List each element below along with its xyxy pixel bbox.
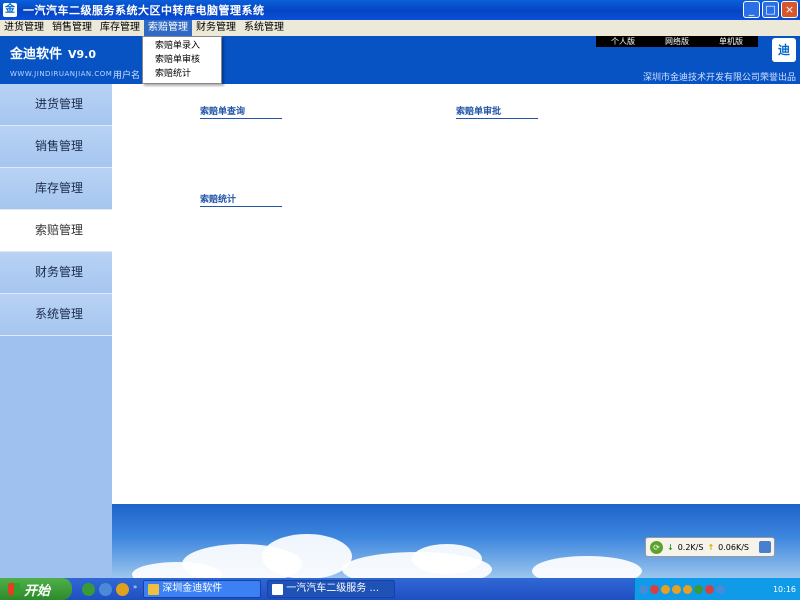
cloud bbox=[412, 544, 482, 574]
claims-dropdown-menu: 索赔单录入 索赔单审核 索赔统计 bbox=[142, 36, 222, 84]
app-header: 金迪软件 V9.0 WWW.JINDIRUANJIAN.COM 用户名 个人版 网… bbox=[0, 36, 800, 84]
upload-speed: 0.06K/S bbox=[718, 542, 749, 552]
app-icon: 金 bbox=[3, 3, 17, 17]
cloud bbox=[262, 534, 352, 578]
menu-system[interactable]: 系统管理 bbox=[240, 20, 288, 36]
menu-inventory[interactable]: 库存管理 bbox=[96, 20, 144, 36]
window-title: 一汽汽车二级服务系统大区中转库电脑管理系统 bbox=[23, 4, 265, 17]
sidebar: 进货管理 销售管理 库存管理 索赔管理 财务管理 系统管理 bbox=[0, 84, 112, 578]
link-claim-query[interactable]: 索赔单查询 bbox=[200, 104, 282, 119]
edition-network-button[interactable]: 网络版 bbox=[665, 36, 689, 47]
download-speed: 0.2K/S bbox=[677, 542, 704, 552]
edition-buttons: 个人版 网络版 单机版 bbox=[596, 36, 758, 47]
dropdown-item-claim-stats[interactable]: 索赔统计 bbox=[143, 67, 221, 81]
clock[interactable]: 10:16 bbox=[773, 585, 796, 594]
system-tray: 10:16 bbox=[634, 578, 800, 600]
refresh-icon[interactable]: ⟳ bbox=[650, 540, 663, 554]
window-controls: _ □ × bbox=[743, 1, 798, 18]
tray-volume-icon[interactable] bbox=[716, 584, 725, 594]
tray-shield-icon[interactable] bbox=[694, 584, 703, 594]
tray-qq-icon[interactable] bbox=[683, 584, 692, 594]
sidebar-item-inventory[interactable]: 库存管理 bbox=[0, 168, 112, 210]
minimize-button[interactable]: _ bbox=[743, 1, 760, 18]
maximize-button[interactable]: □ bbox=[762, 1, 779, 18]
taskbar-item-folder[interactable]: 深圳金迪软件 bbox=[143, 580, 262, 598]
tray-qq-icon[interactable] bbox=[650, 584, 659, 594]
company-credit: 深圳市金迪技术开发有限公司荣誉出品 bbox=[642, 73, 796, 83]
quicklaunch-media-icon[interactable] bbox=[116, 582, 129, 596]
dropdown-item-claim-review[interactable]: 索赔单审核 bbox=[143, 53, 221, 67]
upload-arrow-icon: ↑ bbox=[707, 542, 715, 552]
menu-claims[interactable]: 索赔管理 bbox=[144, 20, 192, 36]
network-monitor-widget: ⟳ ↓ 0.2K/S ↑ 0.06K/S bbox=[645, 537, 775, 557]
main-panel: 索赔单查询 索赔单审批 索赔统计 bbox=[112, 84, 800, 504]
network-settings-icon[interactable] bbox=[759, 541, 771, 553]
brand-version: V9.0 bbox=[68, 48, 97, 61]
edition-personal-button[interactable]: 个人版 bbox=[611, 36, 635, 47]
tray-network-icon[interactable] bbox=[639, 584, 648, 594]
company-logo: 迪 bbox=[772, 38, 796, 62]
windows-flag-icon bbox=[8, 583, 20, 595]
sidebar-item-finance[interactable]: 财务管理 bbox=[0, 252, 112, 294]
edition-standalone-button[interactable]: 单机版 bbox=[719, 36, 743, 47]
link-claim-stats[interactable]: 索赔统计 bbox=[200, 192, 282, 207]
user-label: 用户名 bbox=[113, 71, 141, 81]
quicklaunch-browser-icon[interactable] bbox=[82, 582, 95, 596]
sidebar-item-sales[interactable]: 销售管理 bbox=[0, 126, 112, 168]
sidebar-item-claims[interactable]: 索赔管理 bbox=[0, 210, 112, 252]
folder-icon bbox=[148, 583, 160, 595]
app-icon bbox=[272, 583, 284, 595]
menubar: 进货管理 销售管理 库存管理 索赔管理 财务管理 系统管理 bbox=[0, 20, 800, 36]
quicklaunch-ie-icon[interactable] bbox=[99, 582, 112, 596]
menu-sales[interactable]: 销售管理 bbox=[48, 20, 96, 36]
tray-qq-icon[interactable] bbox=[661, 584, 670, 594]
brand-name: 金迪软件 bbox=[10, 47, 63, 62]
brand: 金迪软件 V9.0 bbox=[10, 43, 96, 62]
menu-purchase[interactable]: 进货管理 bbox=[0, 20, 48, 36]
taskbar-item-folder-label: 深圳金迪软件 bbox=[162, 583, 223, 594]
cloud bbox=[532, 556, 642, 578]
taskbar: 开始 » 深圳金迪软件 一汽汽车二级服务 ... 10:16 bbox=[0, 578, 800, 600]
taskbar-item-app-label: 一汽汽车二级服务 ... bbox=[286, 583, 380, 594]
quick-launch: » bbox=[82, 582, 137, 596]
sidebar-item-system[interactable]: 系统管理 bbox=[0, 294, 112, 336]
link-claim-approve[interactable]: 索赔单审批 bbox=[456, 104, 538, 119]
tray-qq-icon[interactable] bbox=[672, 584, 681, 594]
sidebar-item-purchase[interactable]: 进货管理 bbox=[0, 84, 112, 126]
close-button[interactable]: × bbox=[781, 1, 798, 18]
start-label: 开始 bbox=[24, 583, 51, 599]
start-button[interactable]: 开始 bbox=[0, 578, 72, 600]
dropdown-item-claim-entry[interactable]: 索赔单录入 bbox=[143, 39, 221, 53]
taskbar-item-app[interactable]: 一汽汽车二级服务 ... bbox=[267, 580, 396, 598]
download-arrow-icon: ↓ bbox=[667, 542, 674, 552]
menu-finance[interactable]: 财务管理 bbox=[192, 20, 240, 36]
quicklaunch-more[interactable]: » bbox=[133, 583, 137, 596]
tray-security-icon[interactable] bbox=[705, 584, 714, 594]
window-titlebar: 金 一汽汽车二级服务系统大区中转库电脑管理系统 _ □ × bbox=[0, 0, 800, 20]
site-url: WWW.JINDIRUANJIAN.COM bbox=[10, 70, 113, 78]
